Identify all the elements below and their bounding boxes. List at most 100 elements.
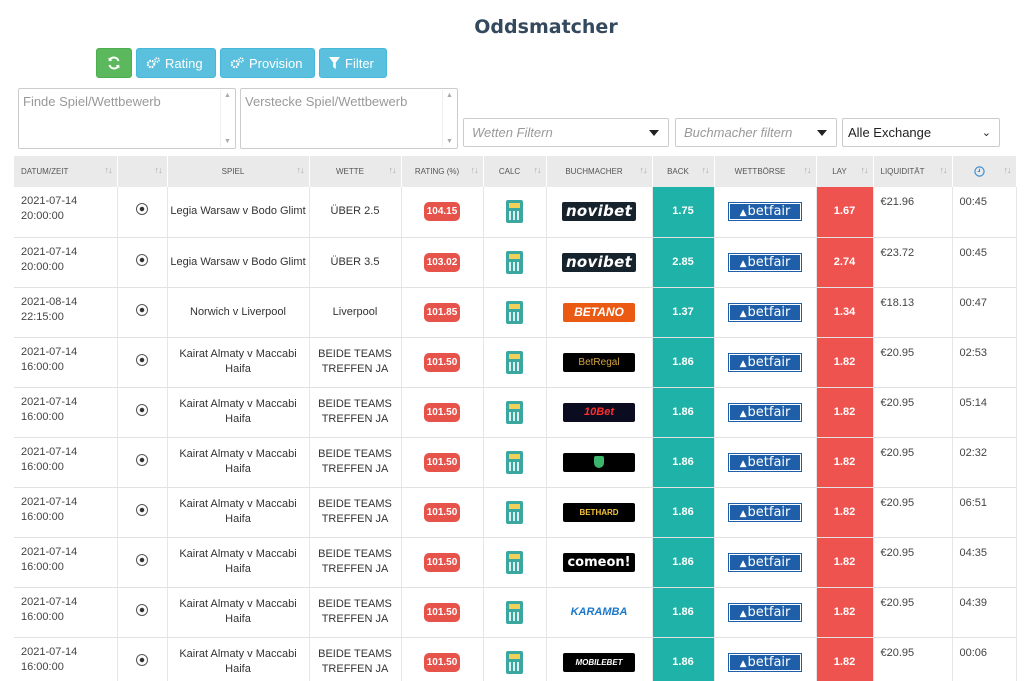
- col-bet[interactable]: Wette ↑↓: [309, 156, 402, 187]
- exchange-cell[interactable]: ▲betfair: [714, 587, 817, 638]
- table-row[interactable]: 2021-07-14 16:00:00 Kairat Almaty v Maccab…: [14, 337, 1017, 388]
- exchange-cell[interactable]: ▲betfair: [714, 437, 817, 488]
- col-lay[interactable]: Lay ↑↓: [816, 156, 874, 187]
- calculator-icon[interactable]: [506, 400, 523, 424]
- bookmaker-logo[interactable]: novibet: [561, 202, 637, 222]
- exchange-cell[interactable]: ▲betfair: [714, 637, 817, 681]
- calc-cell[interactable]: [483, 487, 547, 538]
- bookmaker-logo[interactable]: 10Bet: [563, 402, 635, 422]
- col-back[interactable]: Back ↑↓: [652, 156, 715, 187]
- bookmaker-cell[interactable]: MOBILEBET: [546, 637, 653, 681]
- rating-button[interactable]: Rating: [136, 48, 216, 78]
- calc-cell[interactable]: [483, 287, 547, 338]
- bookmaker-cell[interactable]: BETANO: [546, 287, 653, 338]
- col-rating[interactable]: Rating (%) ↑↓: [401, 156, 484, 187]
- bookmaker-logo[interactable]: comeon!: [563, 552, 635, 572]
- col-sport[interactable]: ↑↓: [117, 156, 168, 187]
- lay-odds-cell: 1.82: [816, 437, 874, 488]
- provision-button[interactable]: Provision: [220, 48, 315, 78]
- calculator-icon[interactable]: [506, 600, 523, 624]
- find-match-scrollbar[interactable]: [220, 90, 234, 147]
- calculator-icon[interactable]: [506, 300, 523, 324]
- exchange-logo[interactable]: ▲betfair: [728, 352, 802, 372]
- back-odds-cell: 1.86: [652, 337, 715, 388]
- bookmaker-cell[interactable]: novibet: [546, 237, 653, 288]
- calculator-icon[interactable]: [506, 650, 523, 674]
- table-row[interactable]: 2021-07-14 16:00:00 Kairat Almaty v Maccab…: [14, 437, 1017, 488]
- table-row[interactable]: 2021-07-14 20:00:00 Legia Warsaw v Bodo Gl…: [14, 187, 1017, 238]
- rating-badge: 101.50: [423, 452, 461, 472]
- bookmaker-logo[interactable]: novibet: [561, 252, 637, 272]
- bookmaker-cell[interactable]: comeon!: [546, 537, 653, 588]
- col-date[interactable]: Datum/Zeit ↑↓: [14, 156, 118, 187]
- exchange-logo[interactable]: ▲betfair: [728, 252, 802, 272]
- table-row[interactable]: 2021-07-14 16:00:00 Kairat Almaty v Maccab…: [14, 587, 1017, 638]
- bookmaker-logo[interactable]: KARAMBA: [563, 603, 635, 622]
- bookmaker-cell[interactable]: KARAMBA: [546, 587, 653, 638]
- bets-filter-select[interactable]: Wetten Filtern: [463, 118, 669, 147]
- hide-match-scrollbar[interactable]: [442, 90, 456, 147]
- calc-cell[interactable]: [483, 237, 547, 288]
- bookmaker-logo[interactable]: MOBILEBET: [563, 652, 635, 672]
- bookmaker-logo[interactable]: BetRegal: [563, 352, 635, 372]
- calc-cell[interactable]: [483, 187, 547, 238]
- exchange-logo[interactable]: ▲betfair: [728, 502, 802, 522]
- exchange-cell[interactable]: ▲betfair: [714, 337, 817, 388]
- exchange-cell[interactable]: ▲betfair: [714, 387, 817, 438]
- date-cell: 2021-07-14 16:00:00: [14, 387, 118, 438]
- calculator-icon[interactable]: [506, 450, 523, 474]
- col-match[interactable]: Spiel ↑↓: [167, 156, 310, 187]
- page-title: Oddsmatcher: [474, 16, 618, 38]
- exchange-cell[interactable]: ▲betfair: [714, 537, 817, 588]
- bookmaker-cell[interactable]: novibet: [546, 187, 653, 238]
- calc-cell[interactable]: [483, 337, 547, 388]
- calc-cell[interactable]: [483, 637, 547, 681]
- col-exchange[interactable]: Wettbörse ↑↓: [714, 156, 817, 187]
- exchange-logo[interactable]: ▲betfair: [728, 452, 802, 472]
- table-row[interactable]: 2021-07-14 16:00:00 Kairat Almaty v Maccab…: [14, 387, 1017, 438]
- calculator-icon[interactable]: [506, 350, 523, 374]
- exchange-logo[interactable]: ▲betfair: [728, 202, 802, 222]
- bookmaker-cell[interactable]: [546, 437, 653, 488]
- calculator-icon[interactable]: [506, 500, 523, 524]
- calc-cell[interactable]: [483, 537, 547, 588]
- exchange-logo[interactable]: ▲betfair: [728, 602, 802, 622]
- exchange-cell[interactable]: ▲betfair: [714, 237, 817, 288]
- col-time[interactable]: ↑↓: [952, 156, 1017, 187]
- col-liquidity[interactable]: Liquidität ↑↓: [873, 156, 953, 187]
- bookmaker-cell[interactable]: BetRegal: [546, 337, 653, 388]
- col-bookmaker[interactable]: Buchmacher ↑↓: [546, 156, 653, 187]
- col-calc[interactable]: Calc ↑↓: [483, 156, 547, 187]
- refresh-button[interactable]: [96, 48, 132, 78]
- exchange-cell[interactable]: ▲betfair: [714, 487, 817, 538]
- calculator-icon[interactable]: [506, 550, 523, 574]
- rating-badge: 101.50: [423, 352, 461, 372]
- hide-match-input[interactable]: Verstecke Spiel/Wettbewerb: [240, 88, 458, 149]
- exchange-cell[interactable]: ▲betfair: [714, 287, 817, 338]
- bookmaker-logo[interactable]: BETHARD: [563, 502, 635, 522]
- table-row[interactable]: 2021-07-14 16:00:00 Kairat Almaty v Maccab…: [14, 537, 1017, 588]
- exchange-cell[interactable]: ▲betfair: [714, 187, 817, 238]
- table-row[interactable]: 2021-07-14 16:00:00 Kairat Almaty v Maccab…: [14, 487, 1017, 538]
- filter-button[interactable]: Filter: [319, 48, 387, 78]
- bookmaker-logo[interactable]: BETANO: [563, 302, 635, 322]
- exchange-logo[interactable]: ▲betfair: [728, 402, 802, 422]
- bookmaker-cell[interactable]: 10Bet: [546, 387, 653, 438]
- table-row[interactable]: 2021-08-14 22:15:00 Norwich v Liverpool Liv…: [14, 287, 1017, 338]
- exchange-logo[interactable]: ▲betfair: [728, 552, 802, 572]
- find-match-input[interactable]: Finde Spiel/Wettbewerb: [18, 88, 236, 149]
- calc-cell[interactable]: [483, 587, 547, 638]
- calc-cell[interactable]: [483, 437, 547, 488]
- table-row[interactable]: 2021-07-14 20:00:00 Legia Warsaw v Bodo Gl…: [14, 237, 1017, 288]
- calc-cell[interactable]: [483, 387, 547, 438]
- bookmaker-logo[interactable]: [563, 452, 635, 472]
- exchange-logo[interactable]: ▲betfair: [728, 652, 802, 672]
- bookmaker-filter-select[interactable]: Buchmacher filtern: [675, 118, 837, 147]
- table-row[interactable]: 2021-07-14 16:00:00 Kairat Almaty v Maccab…: [14, 637, 1017, 681]
- calculator-icon[interactable]: [506, 200, 523, 224]
- betfair-arrow-icon: ▲: [739, 208, 747, 219]
- exchange-select[interactable]: Alle Exchange ⌄: [842, 118, 1000, 147]
- calculator-icon[interactable]: [506, 250, 523, 274]
- bookmaker-cell[interactable]: BETHARD: [546, 487, 653, 538]
- exchange-logo[interactable]: ▲betfair: [728, 302, 802, 322]
